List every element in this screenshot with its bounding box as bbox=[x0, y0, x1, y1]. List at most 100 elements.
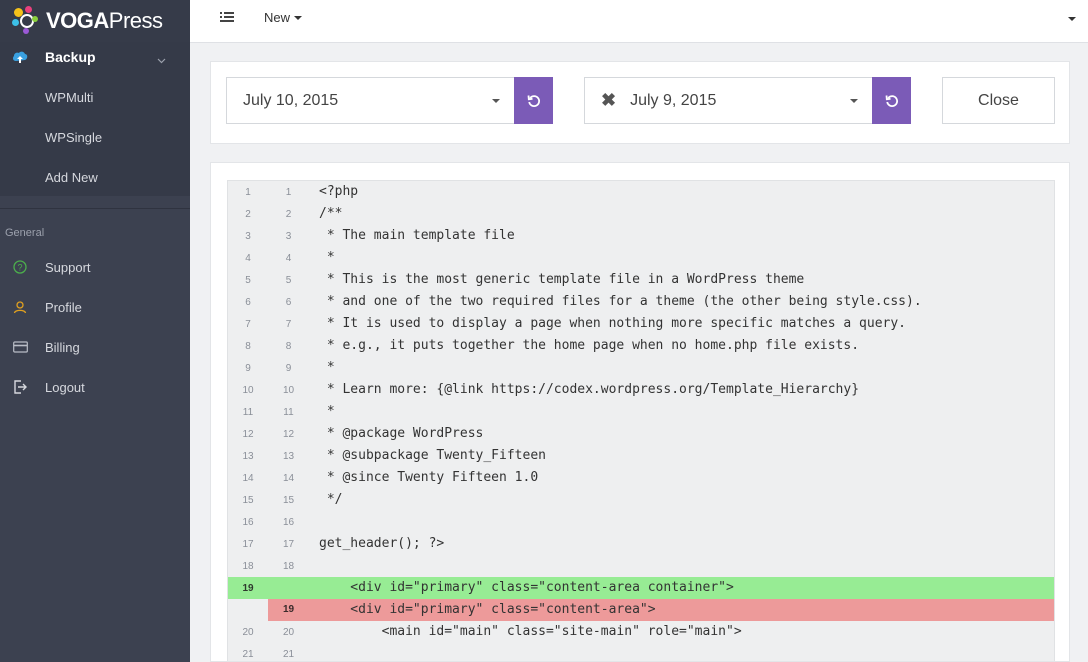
diff-line: 20 20 <main id="main" class="site-main" r… bbox=[228, 621, 1054, 643]
svg-text:?: ? bbox=[17, 263, 22, 273]
diff-line: 19 <div id="primary" class="content-area… bbox=[228, 577, 1054, 599]
sidebar-item-label: Profile bbox=[45, 299, 82, 315]
left-line-number: 12 bbox=[242, 428, 254, 440]
caret-down-icon bbox=[850, 99, 858, 103]
left-line-number: 15 bbox=[242, 494, 254, 506]
right-revision-select[interactable]: ✖ July 9, 2015 bbox=[584, 77, 873, 124]
code-line: * The main template file bbox=[319, 228, 515, 243]
revision-compare-panel: July 10, 2015 ✖ July 9, 2015 Close bbox=[210, 61, 1070, 144]
sidebar-item-label: Support bbox=[45, 259, 91, 275]
left-line-number: 7 bbox=[245, 318, 251, 330]
diff-line: 17 17 get_header(); ?> bbox=[228, 533, 1054, 555]
diff-line: 10 10 * Learn more: {@link https://codex.… bbox=[228, 379, 1054, 401]
right-line-number: 20 bbox=[282, 626, 295, 638]
left-line-number: 17 bbox=[242, 538, 254, 550]
logout-icon bbox=[12, 379, 28, 395]
code-line: * It is used to display a page when noth… bbox=[319, 316, 906, 331]
sidebar-subitem-wpsingle[interactable]: WPSingle bbox=[0, 117, 190, 157]
left-line-number: 20 bbox=[242, 626, 254, 638]
diff-line: 9 9 * bbox=[228, 357, 1054, 379]
left-line-number: 2 bbox=[245, 208, 251, 220]
close-button[interactable]: Close bbox=[942, 77, 1055, 124]
sidebar-item-support[interactable]: ? Support bbox=[0, 247, 190, 287]
diff-line: 21 21 bbox=[228, 643, 1054, 661]
left-line-number: 13 bbox=[242, 450, 254, 462]
diff-line: 8 8 * e.g., it puts together the home pag… bbox=[228, 335, 1054, 357]
refresh-icon bbox=[885, 94, 898, 107]
right-line-number: 21 bbox=[282, 648, 295, 660]
right-line-number: 18 bbox=[282, 560, 295, 572]
sidebar-item-billing[interactable]: Billing bbox=[0, 327, 190, 367]
diff-view: 1 1 <?php 2 2/** 3 3 * The main template file 4… bbox=[227, 180, 1055, 661]
diff-line: 16 16 bbox=[228, 511, 1054, 533]
right-line-number: 17 bbox=[282, 538, 295, 550]
refresh-icon bbox=[527, 94, 540, 107]
diff-line: 3 3 * The main template file bbox=[228, 225, 1054, 247]
logo-mark-icon bbox=[12, 6, 42, 36]
diff-line: 4 4 * bbox=[228, 247, 1054, 269]
left-line-number: 19 bbox=[242, 582, 254, 594]
left-reset-button[interactable] bbox=[514, 77, 553, 124]
right-line-number: 4 bbox=[285, 252, 292, 264]
left-line-number: 1 bbox=[245, 186, 251, 198]
chevron-down-icon bbox=[157, 51, 166, 67]
right-line-number: 10 bbox=[282, 384, 295, 396]
code-line: <div id="primary" class="content-area"> bbox=[309, 599, 1054, 621]
left-line-number: 5 bbox=[245, 274, 251, 286]
sidebar-item-logout[interactable]: Logout bbox=[0, 367, 190, 407]
caret-down-icon bbox=[492, 99, 500, 103]
diff-line: 12 12 * @package WordPress bbox=[228, 423, 1054, 445]
diff-line: 18 18 bbox=[228, 555, 1054, 577]
cloud-upload-icon bbox=[12, 49, 28, 65]
sidebar-subitem-add-new[interactable]: Add New bbox=[0, 157, 190, 197]
right-line-number: 3 bbox=[285, 230, 292, 242]
menu-toggle-icon[interactable] bbox=[220, 10, 236, 26]
right-line-number: 5 bbox=[285, 274, 292, 286]
sidebar-item-label: Logout bbox=[45, 379, 85, 395]
code-line: get_header(); ?> bbox=[319, 536, 445, 551]
sidebar-item-profile[interactable]: Profile bbox=[0, 287, 190, 327]
code-line: * bbox=[319, 250, 335, 265]
left-line-number: 8 bbox=[245, 340, 251, 352]
code-line: * bbox=[319, 404, 335, 419]
left-line-number: 3 bbox=[245, 230, 251, 242]
right-line-number: 9 bbox=[285, 362, 292, 374]
diff-line: 14 14 * @since Twenty Fifteen 1.0 bbox=[228, 467, 1054, 489]
sidebar-subitem-wpmulti[interactable]: WPMulti bbox=[0, 77, 190, 117]
diff-panel: 1 1 <?php 2 2/** 3 3 * The main template file 4… bbox=[210, 162, 1070, 662]
code-line: * and one of the two required files for … bbox=[319, 294, 922, 309]
section-label-general: General bbox=[5, 227, 45, 239]
clear-x-icon[interactable]: ✖ bbox=[601, 90, 616, 111]
right-line-number: 7 bbox=[285, 318, 292, 330]
code-line: <main id="main" class="site-main" role="… bbox=[319, 624, 742, 639]
left-revision-value: July 10, 2015 bbox=[243, 91, 339, 109]
brand-name: VOGAPress bbox=[46, 8, 163, 33]
user-icon bbox=[12, 299, 28, 315]
caret-down-icon bbox=[294, 15, 303, 20]
right-line-number: 1 bbox=[285, 186, 292, 198]
diff-line: 15 15 */ bbox=[228, 489, 1054, 511]
right-line-number: 13 bbox=[282, 450, 295, 462]
right-reset-button[interactable] bbox=[872, 77, 911, 124]
code-line: * e.g., it puts together the home page w… bbox=[319, 338, 860, 353]
right-line-number: 8 bbox=[285, 340, 292, 352]
left-line-number: 14 bbox=[242, 472, 254, 484]
diff-line: 7 7 * It is used to display a page when n… bbox=[228, 313, 1054, 335]
left-line-number: 4 bbox=[245, 252, 251, 264]
left-line-number: 21 bbox=[242, 648, 254, 660]
help-circle-icon: ? bbox=[12, 259, 28, 275]
new-dropdown-button[interactable]: New bbox=[264, 10, 303, 25]
diff-line: 5 5 * This is the most generic template f… bbox=[228, 269, 1054, 291]
user-menu-caret-icon[interactable] bbox=[1068, 17, 1076, 21]
code-line: * @subpackage Twenty_Fifteen bbox=[319, 448, 546, 463]
right-line-number: 11 bbox=[283, 406, 294, 418]
sidebar-item-backup[interactable]: Backup bbox=[0, 42, 190, 72]
brand-logo[interactable]: VOGAPress bbox=[0, 0, 190, 42]
left-revision-select[interactable]: July 10, 2015 bbox=[226, 77, 515, 124]
diff-line: 13 13 * @subpackage Twenty_Fifteen bbox=[228, 445, 1054, 467]
diff-line: 19 <div id="primary" class="content-area… bbox=[228, 599, 1054, 621]
left-line-number: 16 bbox=[242, 516, 254, 528]
credit-card-icon bbox=[12, 339, 28, 355]
